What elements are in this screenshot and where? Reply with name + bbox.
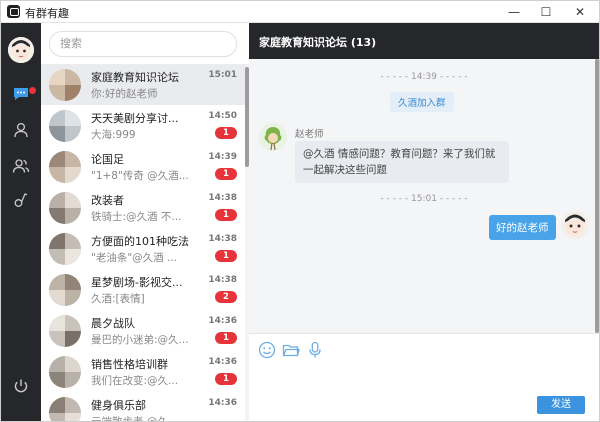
sender-avatar[interactable] <box>259 123 287 151</box>
conversation-time: 14:39 <box>208 152 237 162</box>
microphone-icon[interactable] <box>305 340 325 360</box>
chat-header: 家庭教育知识论坛 (13) <box>249 23 599 59</box>
chat-icon[interactable] <box>12 85 30 103</box>
send-button[interactable]: 发送 <box>537 396 585 414</box>
user-avatar[interactable] <box>8 37 34 63</box>
conversation-time: 14:36 <box>208 316 237 326</box>
conversation-preview: "1+8"传奇 @久酒... <box>91 170 189 182</box>
conversation-preview: 曼巴的小迷弟:@久... <box>91 334 189 346</box>
conversation-name: 健身俱乐部 <box>91 399 146 412</box>
conversation-name: 改装者 <box>91 194 124 207</box>
conversation-preview: 我们在改变:@久... <box>91 375 179 387</box>
conversation-name: 星梦剧场-影视交... <box>91 276 183 289</box>
app-logo-icon <box>7 5 20 18</box>
conversation-item[interactable]: 销售性格培训群 我们在改变:@久... 14:36 1 <box>41 352 245 392</box>
conversation-name: 家庭教育知识论坛 <box>91 71 179 84</box>
group-avatar <box>49 192 81 224</box>
contact-icon[interactable] <box>12 121 30 139</box>
conversation-time: 14:38 <box>208 234 237 244</box>
unread-badge: 1 <box>215 250 237 262</box>
time-divider: - - - - - 15:01 - - - - - <box>380 194 468 204</box>
unread-badge: 1 <box>215 373 237 385</box>
incoming-message: @久酒 情感问题？教育问题？来了我们就一起解决这些问题 <box>295 141 509 183</box>
chat-pane: 家庭教育知识论坛 (13) - - - - - 14:39 - - - - - … <box>249 23 599 421</box>
message-composer[interactable]: 发送 <box>249 333 599 421</box>
nav-rail <box>1 23 41 421</box>
chat-title: 家庭教育知识论坛 (13) <box>259 36 377 49</box>
group-icon[interactable] <box>12 157 30 175</box>
conversation-item[interactable]: 改装者 铁骑士:@久酒 不... 14:38 1 <box>41 188 245 228</box>
conversation-item[interactable]: 论国足 "1+8"传奇 @久酒... 14:39 1 <box>41 147 245 187</box>
conversation-time: 14:50 <box>208 111 237 121</box>
system-notice: 久酒加入群 <box>390 92 454 112</box>
conversation-item[interactable]: 天天美剧分享讨... 大海:999 14:50 1 <box>41 106 245 146</box>
conversation-time: 14:38 <box>208 275 237 285</box>
unread-badge: 1 <box>215 332 237 344</box>
my-avatar[interactable] <box>561 211 589 239</box>
group-avatar <box>49 233 81 265</box>
group-avatar <box>49 274 81 306</box>
power-icon[interactable] <box>12 377 30 395</box>
app-window: 有群有趣 — ☐ ✕ 搜索 家庭教育知识论坛 你:好的赵老师 15:01 天天美… <box>0 0 600 422</box>
unread-badge: 1 <box>215 209 237 221</box>
group-avatar <box>49 110 81 142</box>
conversation-preview: 大海:999 <box>91 129 136 141</box>
group-avatar <box>49 151 81 183</box>
unread-badge: 1 <box>215 127 237 139</box>
search-input[interactable]: 搜索 <box>49 31 237 57</box>
conversation-preview: 你:好的赵老师 <box>91 88 158 100</box>
search-bar: 搜索 <box>41 23 249 65</box>
conversation-time: 15:01 <box>208 70 237 80</box>
conversation-preview: 铁骑士:@久酒 不... <box>91 211 182 223</box>
time-divider: - - - - - 14:39 - - - - - <box>380 72 468 82</box>
minimize-button[interactable]: — <box>497 1 531 23</box>
conversation-time: 14:36 <box>208 357 237 367</box>
group-avatar <box>49 397 81 421</box>
group-avatar <box>49 315 81 347</box>
conversation-time: 14:36 <box>208 398 237 408</box>
conversation-name: 晨夕战队 <box>91 317 135 330</box>
conversation-item[interactable]: 家庭教育知识论坛 你:好的赵老师 15:01 <box>41 65 245 105</box>
conversation-item[interactable]: 健身俱乐部 云端散步者 @久... 14:36 <box>41 393 245 422</box>
chat-scrollbar-thumb[interactable] <box>595 59 599 333</box>
conversation-item[interactable]: 方便面的101种吃法 "老油条"@久酒 ... 14:38 1 <box>41 229 245 269</box>
conversation-list: 搜索 家庭教育知识论坛 你:好的赵老师 15:01 天天美剧分享讨... 大海:… <box>41 23 249 422</box>
unread-badge: 1 <box>215 168 237 180</box>
discover-icon[interactable] <box>12 191 30 209</box>
group-avatar <box>49 69 81 101</box>
app-title: 有群有趣 <box>25 7 69 20</box>
outgoing-message: 好的赵老师 <box>489 215 556 240</box>
emoji-icon[interactable] <box>257 340 277 360</box>
sender-name: 赵老师 <box>295 129 324 140</box>
close-button[interactable]: ✕ <box>563 1 597 23</box>
conversation-preview: 云端散步者 @久... <box>91 416 178 422</box>
conversation-item[interactable]: 晨夕战队 曼巴的小迷弟:@久... 14:36 1 <box>41 311 245 351</box>
conversation-item[interactable]: 星梦剧场-影视交... 久酒:[表情] 14:38 2 <box>41 270 245 310</box>
chat-scrollbar[interactable] <box>595 59 599 333</box>
conversation-preview: 久酒:[表情] <box>91 293 145 305</box>
conversation-name: 论国足 <box>91 153 124 166</box>
title-bar: 有群有趣 — ☐ ✕ <box>1 1 599 23</box>
conversation-preview: "老油条"@久酒 ... <box>91 252 178 264</box>
maximize-button[interactable]: ☐ <box>529 1 563 23</box>
group-avatar <box>49 356 81 388</box>
unread-badge: 2 <box>215 291 237 303</box>
conversation-time: 14:38 <box>208 193 237 203</box>
conversation-name: 方便面的101种吃法 <box>91 235 189 248</box>
folder-icon[interactable] <box>281 340 301 360</box>
conversation-name: 天天美剧分享讨... <box>91 112 179 125</box>
conversation-name: 销售性格培训群 <box>91 358 168 371</box>
unread-dot <box>29 87 36 94</box>
